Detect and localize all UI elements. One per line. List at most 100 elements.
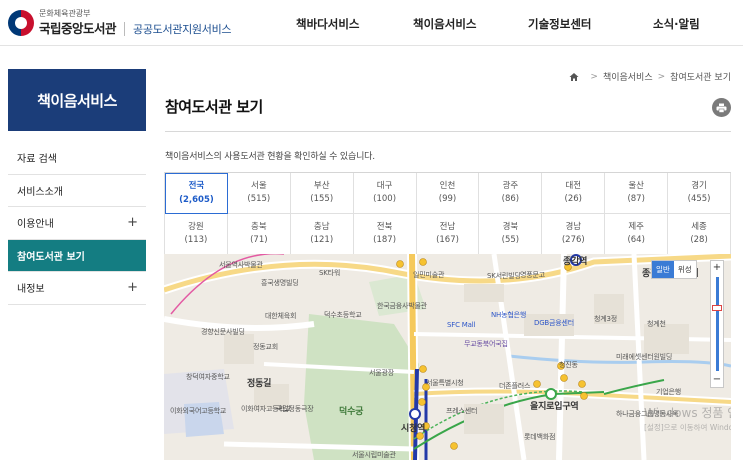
breadcrumb: > 책이음서비스 > 참여도서관 보기	[569, 70, 731, 83]
map-label-nh: NH농협은행	[491, 311, 527, 319]
region-tab[interactable]: 대전 (26)	[542, 173, 606, 214]
os-watermark-subtext: [설정]으로 이동하여 Windows를 정품 인증합니다.	[644, 423, 731, 432]
region-tab[interactable]: 전국 (2,605)	[165, 173, 228, 214]
region-tab[interactable]: 충남 (121)	[290, 214, 354, 255]
page-description: 책이음서비스의 사용도서관 현황을 확인하실 수 있습니다.	[165, 152, 375, 162]
sidebar-item-libraries[interactable]: 참여도서관 보기	[8, 239, 146, 272]
region-name: 경남	[565, 221, 582, 232]
region-name: 제주	[628, 221, 644, 232]
region-name: 전국	[188, 181, 205, 192]
zoom-out-button[interactable]: −	[711, 374, 723, 386]
map-label-seoul-cityhall: 서울특별시청	[426, 379, 464, 387]
map-label-deojon: 더존플러스	[499, 382, 531, 390]
map-label-sfc: SFC Mall	[447, 321, 476, 329]
region-name: 세종	[691, 221, 707, 232]
region-count: (167)	[436, 235, 459, 245]
sidebar-item-search[interactable]: 자료 검색	[8, 142, 146, 175]
site-header: 문화체육관광부 국립중앙도서관 공공도서관지원서비스 책바다서비스 책이음서비스…	[0, 0, 743, 46]
map-label-kyunghyang: 경향신문사빌딩	[201, 328, 245, 336]
map-type-toggle: 일반 위성	[651, 260, 697, 279]
map-label-dgb: DGB금융센터	[534, 319, 574, 327]
region-tab[interactable]: 부산 (155)	[290, 173, 354, 214]
page-title: 참여도서관 보기	[165, 98, 263, 116]
title-divider	[165, 131, 731, 132]
region-name: 전북	[376, 221, 393, 232]
sidebar-item-my-info[interactable]: 내정보 +	[8, 272, 146, 305]
region-tab[interactable]: 경남 (276)	[542, 214, 606, 255]
sidebar-item-intro[interactable]: 서비스소개	[8, 175, 146, 207]
map-label-sejong: 서울시립미술관	[352, 451, 396, 459]
zoom-slider-track[interactable]	[716, 277, 719, 371]
region-tab[interactable]: 대구 (100)	[353, 173, 417, 214]
region-tab[interactable]: 세종 (28)	[668, 214, 731, 255]
map-label-hankuk: 한국금융사박물관	[377, 302, 427, 310]
expand-plus-icon[interactable]: +	[127, 280, 138, 295]
map-label-daehan: 대한체육회	[265, 312, 297, 320]
map-label-ewha-foreign: 이화외국어고등학교	[170, 407, 227, 415]
region-tab[interactable]: 전남 (167)	[416, 214, 480, 255]
sidebar-item-label: 내정보	[17, 284, 45, 296]
region-name: 충북	[251, 221, 267, 232]
map-label-sk-building: SK서린빌딩	[487, 272, 521, 280]
expand-plus-icon[interactable]: +	[127, 215, 138, 230]
site-logo[interactable]: 문화체육관광부 국립중앙도서관 공공도서관지원서비스	[8, 9, 232, 37]
map-label-yeongpung: 영풍문고	[520, 271, 545, 279]
zoom-slider-handle[interactable]	[712, 305, 722, 311]
region-count: (276)	[561, 235, 585, 245]
home-icon[interactable]	[569, 72, 579, 82]
region-tab[interactable]: 서울 (515)	[227, 173, 291, 214]
breadcrumb-item-current: 참여도서관 보기	[670, 73, 731, 83]
library-map[interactable]: 종각역 종각젊음의거리 영풍문고 SK서린빌딩 일민미술관 서울역사박물관 SK…	[164, 254, 731, 460]
map-type-normal-button[interactable]: 일반	[652, 261, 674, 278]
region-name: 충남	[313, 221, 330, 232]
map-label-seoul-plaza: 서울광장	[369, 369, 394, 377]
region-name: 대전	[565, 180, 582, 191]
region-count: (2,605)	[179, 194, 214, 205]
region-count: (187)	[373, 235, 397, 245]
map-label-cheonggye3: 청계3정	[594, 315, 617, 323]
sidebar-item-label: 참여도서관 보기	[17, 251, 85, 263]
logo-divider	[124, 22, 126, 36]
map-label-cheongjin: 청진동	[559, 361, 578, 369]
government-emblem-icon	[8, 10, 34, 36]
region-tab[interactable]: 경북 (55)	[479, 214, 543, 255]
region-count: (515)	[247, 194, 271, 204]
sidebar-item-label: 서비스소개	[17, 186, 63, 198]
zoom-in-button[interactable]: +	[711, 262, 723, 274]
map-label-eulji: 을지로입구역	[530, 402, 579, 412]
region-count: (455)	[687, 194, 711, 204]
sidebar-item-guide[interactable]: 이용안내 +	[8, 207, 146, 240]
sidebar-menu: 자료 검색 서비스소개 이용안내 + 참여도서관 보기 내정보 +	[8, 142, 146, 305]
region-count: (26)	[564, 194, 582, 204]
region-tab[interactable]: 경기 (455)	[668, 173, 731, 214]
nav-item-news[interactable]: 소식·알림	[653, 16, 700, 32]
map-label-jeongdong-church: 정동교회	[253, 343, 278, 351]
region-tab[interactable]: 충북 (71)	[227, 214, 291, 255]
nav-item-chaekieum[interactable]: 책이음서비스	[413, 16, 476, 32]
region-name: 울산	[628, 180, 644, 191]
region-name: 경기	[691, 180, 707, 191]
logo-text: 문화체육관광부 국립중앙도서관	[39, 10, 117, 36]
region-tab[interactable]: 전북 (187)	[353, 214, 417, 255]
region-count: (28)	[690, 235, 708, 245]
nav-item-chaekbada[interactable]: 책바다서비스	[296, 16, 359, 32]
map-label-lotte: 롯데백화점	[524, 433, 556, 441]
region-name: 부산	[313, 180, 330, 191]
map-label-cityhall-station: 시청역	[401, 424, 426, 434]
region-count: (55)	[501, 235, 520, 245]
print-button[interactable]	[712, 98, 731, 117]
region-name: 대구	[376, 180, 393, 191]
region-tab[interactable]: 제주 (64)	[605, 214, 669, 255]
region-tab[interactable]: 광주 (86)	[479, 173, 543, 214]
region-tab[interactable]: 인천 (99)	[416, 173, 480, 214]
breadcrumb-item[interactable]: 책이음서비스	[603, 70, 653, 83]
region-count: (113)	[184, 235, 208, 245]
breadcrumb-separator: >	[657, 71, 666, 82]
map-type-satellite-button[interactable]: 위성	[673, 261, 696, 278]
nav-item-tech-center[interactable]: 기술정보센터	[528, 16, 591, 32]
region-tab[interactable]: 울산 (87)	[605, 173, 669, 214]
map-zoom-control: + −	[710, 260, 724, 388]
region-tab[interactable]: 강원 (113)	[165, 214, 228, 255]
map-label-press: 프레스센터	[446, 407, 478, 415]
map-label-sk-tower: SK타워	[319, 269, 341, 277]
